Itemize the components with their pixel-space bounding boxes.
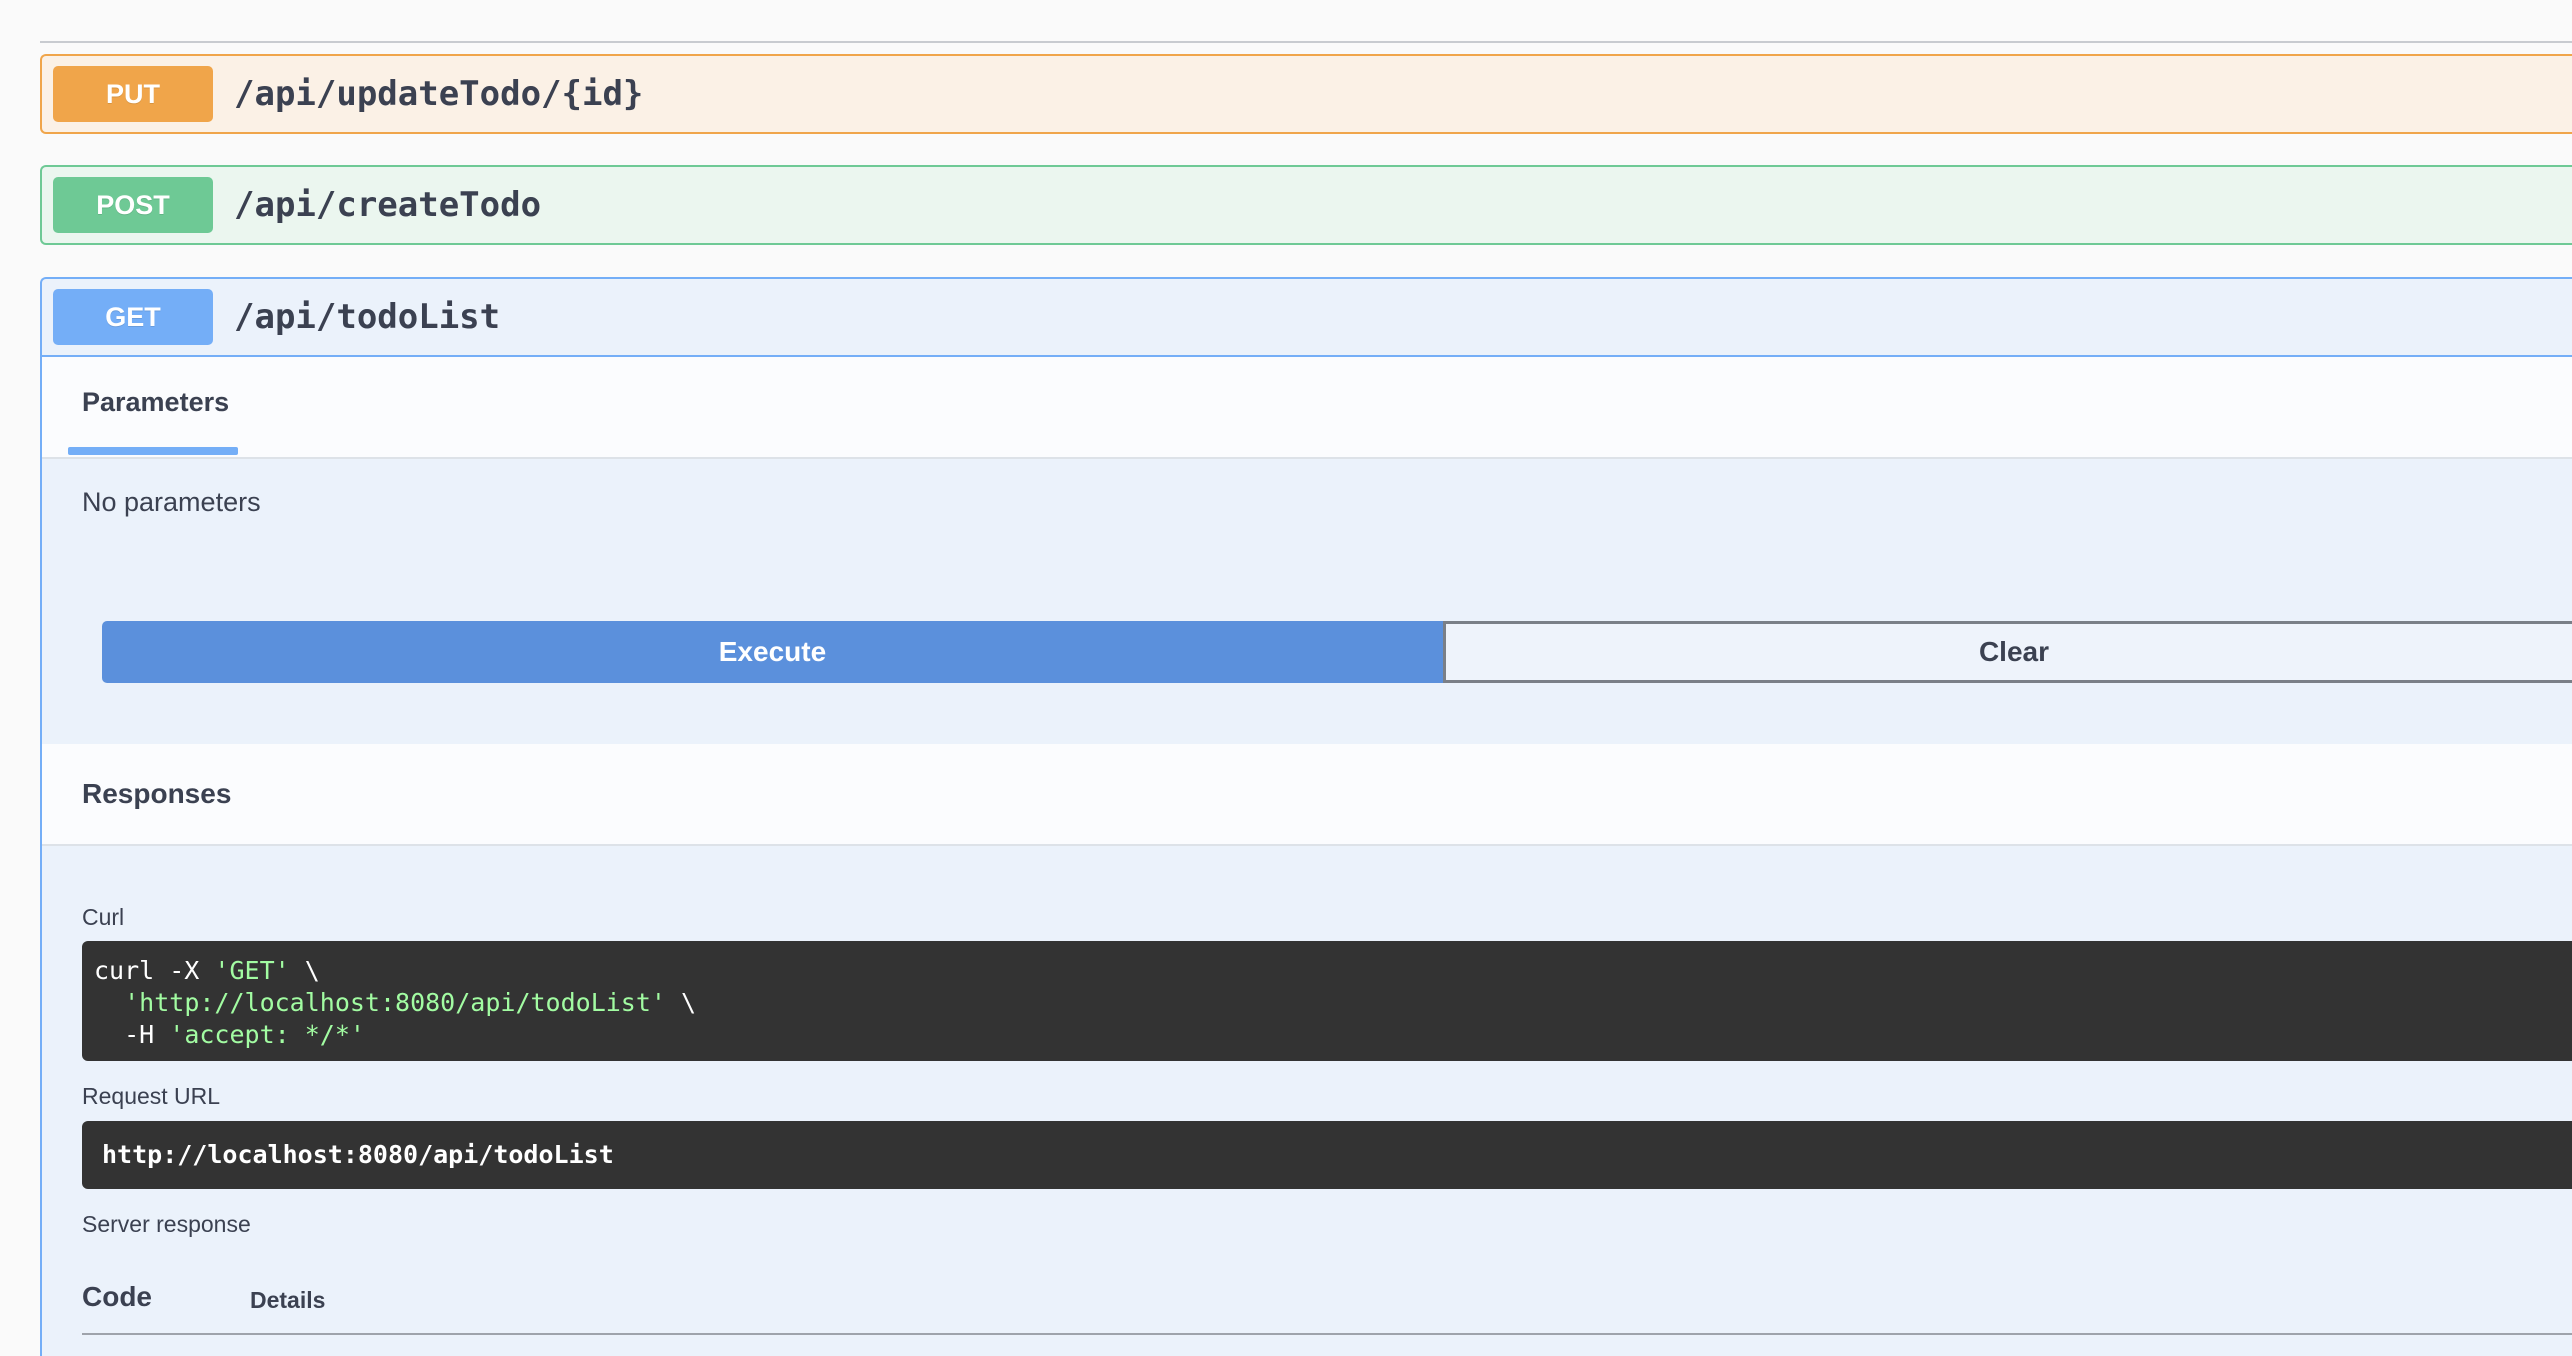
operation-path: /api/createTodo bbox=[234, 185, 542, 225]
no-parameters-text: No parameters bbox=[82, 487, 261, 517]
operation-put-update-todo: PUT /api/updateTodo/{id} bbox=[40, 54, 2572, 134]
request-url-block[interactable]: http://localhost:8080/api/todoList bbox=[82, 1121, 2572, 1189]
column-code: Code bbox=[82, 1281, 152, 1312]
method-badge: GET bbox=[53, 289, 213, 345]
curl-header-flag: -H bbox=[94, 1020, 170, 1049]
request-url-label: Request URL bbox=[82, 1083, 221, 1109]
operation-summary[interactable]: PUT /api/updateTodo/{id} bbox=[42, 56, 2572, 132]
swagger-page: todo-controller PUT /api/updateTodo/{id}… bbox=[0, 0, 2572, 1356]
curl-method-string: 'GET' bbox=[214, 956, 290, 985]
operation-summary[interactable]: POST /api/createTodo bbox=[42, 167, 2572, 243]
column-details: Details bbox=[250, 1287, 326, 1313]
response-table-header: Code Details bbox=[82, 1281, 2572, 1335]
method-badge: POST bbox=[53, 177, 213, 233]
curl-label: Curl bbox=[82, 904, 125, 930]
parameters-header: Parameters bbox=[42, 357, 2572, 459]
curl-continuation: \ bbox=[665, 988, 697, 1017]
execute-button[interactable]: Execute bbox=[102, 621, 1443, 683]
tab-parameters[interactable]: Parameters bbox=[82, 357, 229, 453]
method-badge: PUT bbox=[53, 66, 213, 122]
operation-path: /api/updateTodo/{id} bbox=[234, 74, 644, 114]
section-divider bbox=[40, 41, 2572, 43]
tab-active-indicator bbox=[68, 447, 238, 455]
operation-summary[interactable]: GET /api/todoList bbox=[42, 279, 2572, 357]
curl-cmd: curl -X bbox=[94, 956, 215, 985]
curl-command-block[interactable]: curl -X 'GET' \ 'http://localhost:8080/a… bbox=[82, 941, 2572, 1061]
curl-url-string: 'http://localhost:8080/api/todoList' bbox=[124, 988, 666, 1017]
section-title[interactable]: todo-controller bbox=[58, 0, 399, 5]
execute-wrapper: Execute Clear bbox=[102, 621, 2572, 683]
clear-button[interactable]: Clear bbox=[1442, 621, 2572, 683]
responses-title: Responses bbox=[82, 778, 232, 809]
operation-get-todo-list: GET /api/todoList Parameters No paramete… bbox=[40, 277, 2572, 1356]
curl-indent bbox=[94, 988, 124, 1017]
server-response-label: Server response bbox=[82, 1211, 251, 1237]
curl-continuation: \ bbox=[289, 956, 320, 985]
responses-header: Responses bbox=[42, 744, 2572, 846]
curl-header-string: 'accept: */*' bbox=[169, 1020, 365, 1049]
operation-path: /api/todoList bbox=[234, 297, 501, 337]
operation-post-create-todo: POST /api/createTodo bbox=[40, 165, 2572, 245]
